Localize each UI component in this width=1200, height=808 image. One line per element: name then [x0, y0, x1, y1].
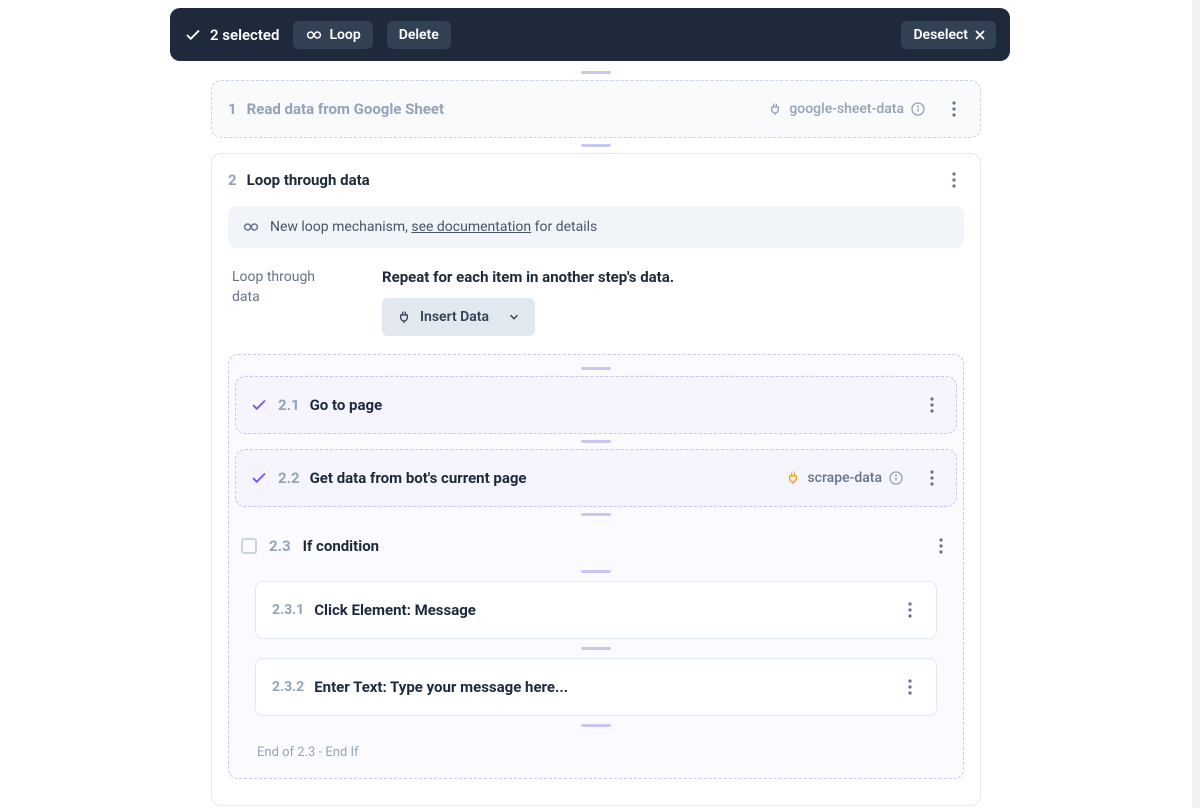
substep-2-3[interactable]: 2.3 If condition	[237, 536, 955, 556]
step-number: 2.3.2	[272, 679, 304, 695]
check-icon	[184, 26, 202, 44]
step-number: 2.1	[278, 396, 300, 414]
step-title: Get data from bot's current page	[310, 469, 527, 487]
connector[interactable]	[581, 724, 611, 727]
step-number: 2.2	[278, 469, 300, 487]
loop-data-label: Loop through data	[232, 268, 332, 307]
loop-config-row: Loop through data Repeat for each item i…	[228, 268, 964, 336]
loop-mode-description: Repeat for each item in another step's d…	[382, 268, 960, 286]
connector[interactable]	[581, 367, 611, 370]
step-menu-button[interactable]	[922, 395, 942, 415]
doc-link[interactable]: see documentation	[411, 219, 531, 235]
connector[interactable]	[581, 513, 611, 516]
connector[interactable]	[581, 71, 611, 74]
step-menu-button[interactable]	[931, 536, 951, 556]
check-icon	[250, 396, 268, 414]
connector[interactable]	[581, 440, 611, 443]
insert-data-dropdown[interactable]: Insert Data	[382, 298, 535, 336]
step-title: Loop through data	[247, 171, 370, 189]
step-2-header[interactable]: 2 Loop through data	[228, 170, 964, 190]
end-if-label: End of 2.3 - End If	[237, 733, 955, 760]
step-number: 2.3	[269, 537, 291, 555]
plug-icon	[785, 470, 801, 486]
selected-count: 2 selected	[210, 26, 279, 44]
close-icon	[972, 27, 988, 43]
loop-button-label: Loop	[329, 27, 360, 43]
connector[interactable]	[581, 144, 611, 147]
delete-button-label: Delete	[399, 27, 439, 43]
delete-button[interactable]: Delete	[387, 21, 451, 49]
step-output-tag[interactable]: google-sheet-data	[767, 101, 926, 117]
info-icon[interactable]	[910, 101, 926, 117]
select-checkbox[interactable]	[241, 538, 257, 554]
substep-2-3-1[interactable]: 2.3.1 Click Element: Message	[255, 581, 937, 639]
step-number: 2.3.1	[272, 602, 304, 618]
step-title: If condition	[303, 537, 380, 555]
workflow-canvas: 1 Read data from Google Sheet google-she…	[0, 61, 1192, 808]
loop-button[interactable]: Loop	[293, 21, 372, 49]
infinity-icon	[242, 218, 260, 236]
deselect-button-label: Deselect	[913, 27, 968, 43]
step-title: Click Element: Message	[314, 601, 476, 619]
step-2: 2 Loop through data New loop mechanism, …	[211, 153, 981, 806]
step-menu-button[interactable]	[900, 600, 920, 620]
step-number: 2	[228, 171, 237, 189]
step-title: Read data from Google Sheet	[247, 100, 444, 118]
loop-body: 2.1 Go to page 2.2 Get data from bot's c…	[228, 354, 964, 779]
check-icon	[250, 469, 268, 487]
plug-icon	[396, 309, 412, 325]
step-number: 1	[228, 100, 237, 118]
step-menu-button[interactable]	[900, 677, 920, 697]
substep-2-2[interactable]: 2.2 Get data from bot's current page scr…	[235, 449, 957, 507]
connector[interactable]	[581, 647, 611, 650]
substep-2-1[interactable]: 2.1 Go to page	[235, 376, 957, 434]
connector[interactable]	[581, 570, 611, 573]
step-output-tag[interactable]: scrape-data	[785, 470, 904, 486]
step-menu-button[interactable]	[922, 468, 942, 488]
step-1[interactable]: 1 Read data from Google Sheet google-she…	[211, 80, 981, 138]
loop-notice: New loop mechanism, see documentation fo…	[228, 206, 964, 248]
deselect-button[interactable]: Deselect	[901, 21, 996, 49]
plug-icon	[767, 101, 783, 117]
if-block: 2.3 If condition 2.3.1 Click Element: Me…	[235, 536, 957, 760]
step-menu-button[interactable]	[944, 99, 964, 119]
step-title: Enter Text: Type your message here...	[314, 678, 568, 696]
info-icon[interactable]	[888, 470, 904, 486]
chevron-down-icon	[507, 310, 521, 324]
substep-2-3-2[interactable]: 2.3.2 Enter Text: Type your message here…	[255, 658, 937, 716]
selection-toolbar: 2 selected Loop Delete Deselect	[170, 8, 1010, 61]
step-menu-button[interactable]	[944, 170, 964, 190]
step-title: Go to page	[310, 396, 383, 414]
